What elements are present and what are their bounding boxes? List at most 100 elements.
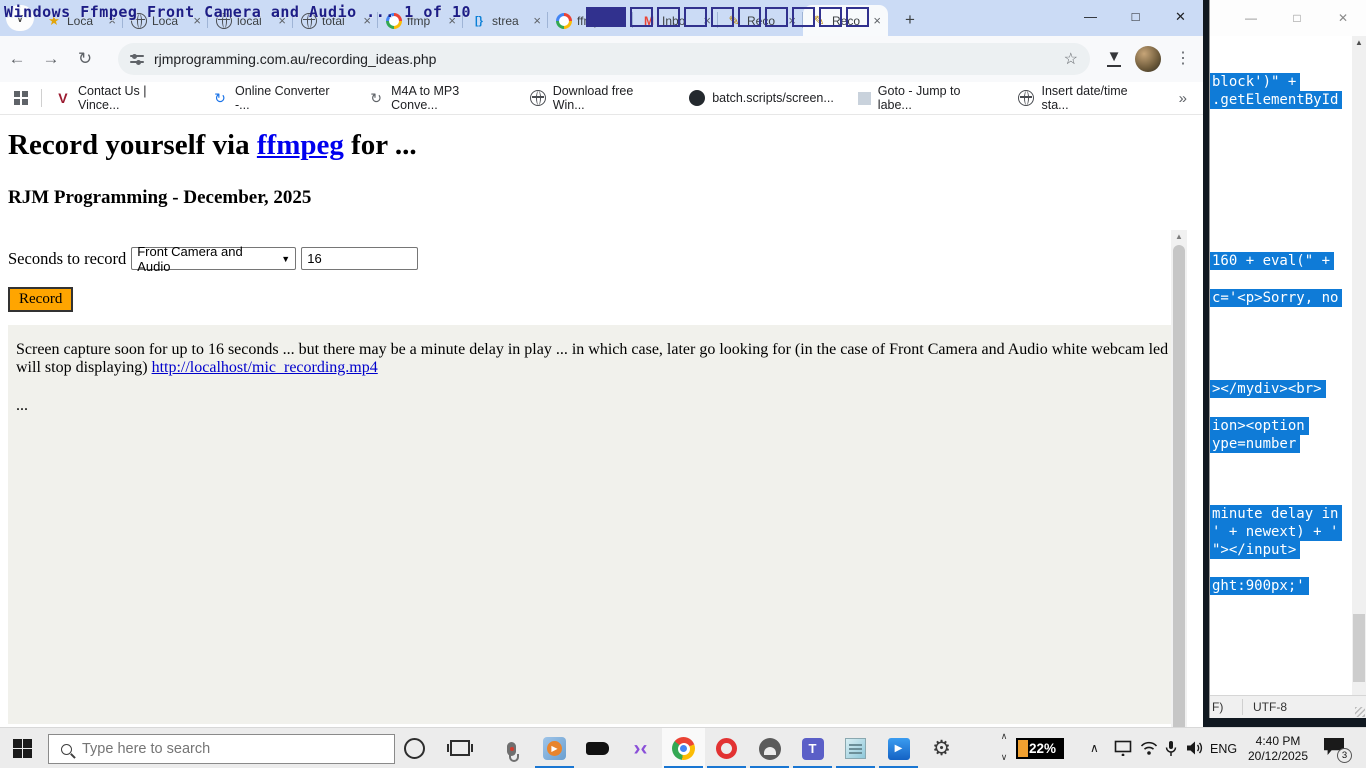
taskbar-app-gray-circle[interactable] (748, 728, 791, 768)
taskbar-app-opera[interactable] (705, 728, 748, 768)
gear-icon: ⚙ (932, 738, 951, 759)
editor-window: — □ ✕ block')" + .getElementById 160 + e… (1209, 0, 1366, 718)
taskbar-app-chrome[interactable] (662, 728, 705, 768)
start-button[interactable] (13, 739, 32, 758)
close-button[interactable]: ✕ (1158, 0, 1203, 33)
taskbar-app-teams[interactable]: T (791, 728, 834, 768)
taskbar-app-visual-studio[interactable]: ›‹ (619, 728, 662, 768)
editor-scrollbar[interactable]: ▲ (1352, 36, 1366, 695)
seconds-input[interactable] (301, 247, 418, 270)
progress-cell (792, 7, 815, 27)
hidden-icons-chevron[interactable]: ∧ (1090, 741, 1099, 755)
downloads-icon[interactable]: ▼ (1105, 49, 1123, 67)
minimize-button[interactable]: — (1228, 0, 1274, 36)
bookmark-contact-us[interactable]: V Contact Us | Vince... (55, 84, 199, 112)
forward-icon[interactable]: → (34, 49, 68, 69)
speaker-icon[interactable] (1186, 740, 1205, 756)
apps-grid-icon[interactable] (14, 91, 28, 105)
url-text[interactable]: rjmprogramming.com.au/recording_ideas.ph… (154, 51, 1054, 67)
title-text: for ... (344, 129, 417, 161)
close-button[interactable]: ✕ (1320, 0, 1366, 36)
globe-icon (530, 90, 546, 106)
bookmark-label: Download free Win... (553, 84, 666, 112)
taskbar-app-movies-tv[interactable]: ▶ (877, 728, 920, 768)
scroll-up-icon[interactable]: ▲ (1171, 230, 1187, 244)
taskbar-search[interactable] (48, 734, 395, 764)
editor-text-area[interactable]: block')" + .getElementById 160 + eval(" … (1210, 36, 1352, 695)
battery-percent: 22% (1029, 741, 1056, 756)
bookmark-batch-scripts[interactable]: batch.scripts/screen... (689, 90, 845, 106)
tab-stream[interactable]: [} strea × (463, 5, 548, 36)
ffmpeg-link[interactable]: ffmpeg (257, 129, 344, 161)
status-output-box: Screen capture soon for up to 16 seconds… (8, 325, 1178, 724)
bookmark-insert-datetime[interactable]: Insert date/time sta... (1018, 84, 1165, 112)
github-icon (689, 90, 705, 106)
battery-indicator[interactable]: 22% (1016, 738, 1064, 759)
reload-icon[interactable]: ↻ (68, 49, 102, 69)
close-tab-icon[interactable]: × (871, 13, 883, 28)
cast-icon[interactable] (1114, 740, 1132, 756)
encoding-label: UTF-8 (1243, 700, 1287, 714)
bookmark-download-free[interactable]: Download free Win... (530, 84, 677, 112)
editor-titlebar: — □ ✕ (1210, 0, 1366, 36)
bookmark-star-icon[interactable]: ☆ (1064, 49, 1078, 69)
site-settings-icon[interactable] (130, 53, 144, 65)
selected-text: ype=number (1210, 435, 1300, 453)
page-subtitle: RJM Programming - December, 2025 (8, 187, 311, 209)
record-button[interactable]: Record (8, 287, 73, 312)
clock[interactable]: 4:40 PM 20/12/2025 (1243, 734, 1313, 763)
refresh-icon: ↻ (212, 90, 228, 106)
selected-text: ght:900px;' (1210, 577, 1309, 595)
minimize-button[interactable]: — (1068, 0, 1113, 33)
taskbar-app-settings[interactable]: ⚙ (920, 728, 963, 768)
language-indicator[interactable]: ENG (1210, 742, 1237, 756)
selected-text: 160 + eval(" + (1210, 252, 1334, 270)
selected-text: ></mydiv><br> (1210, 380, 1326, 398)
bookmark-online-converter[interactable]: ↻ Online Converter -... (212, 84, 355, 112)
scroll-up-icon[interactable]: ▲ (1352, 38, 1366, 47)
profile-avatar[interactable] (1135, 46, 1161, 72)
taskbar-app-wallet[interactable] (576, 728, 619, 768)
page-scrollbar[interactable]: ▲ ▼ (1171, 230, 1187, 727)
time-text: 4:40 PM (1243, 734, 1313, 749)
seconds-label: Seconds to record (8, 249, 126, 269)
microphone-icon[interactable] (1164, 740, 1178, 757)
wifi-icon[interactable] (1140, 740, 1158, 756)
refresh-icon: ↻ (368, 90, 384, 106)
taskbar-scroll-up-icon[interactable]: ∧ (997, 731, 1011, 742)
bookmark-goto-jump[interactable]: Goto - Jump to labe... (858, 84, 1006, 112)
progress-cell (657, 7, 680, 27)
bookmarks-overflow-icon[interactable]: » (1179, 90, 1187, 107)
taskbar-scroll-down-icon[interactable]: ∨ (997, 752, 1011, 763)
close-tab-icon[interactable]: × (531, 13, 543, 28)
search-icon (61, 744, 72, 755)
movies-tv-icon: ▶ (888, 738, 910, 760)
recording-progress-bar (586, 7, 869, 27)
visual-studio-icon: ›‹ (634, 738, 648, 759)
recording-link[interactable]: http://localhost/mic_recording.mp4 (152, 359, 378, 376)
selected-text: "></input> (1210, 541, 1300, 559)
resize-grip[interactable] (1355, 707, 1365, 717)
task-view-icon[interactable] (450, 740, 470, 756)
maximize-button[interactable]: □ (1274, 0, 1320, 36)
progress-cell (630, 7, 653, 27)
scrollbar-thumb[interactable] (1353, 614, 1365, 682)
taskbar-app-recorder[interactable] (490, 728, 533, 768)
back-icon[interactable]: ← (0, 49, 34, 69)
taskbar-app-notepad[interactable] (834, 728, 877, 768)
tab-label: strea (492, 14, 526, 28)
browser-window: ∨ ★ Loca × Loca × local × (0, 0, 1203, 727)
page-content: Record yourself via ffmpeg for ... RJM P… (0, 115, 1187, 727)
search-input[interactable] (82, 741, 332, 757)
menu-kebab-icon[interactable]: ⋮ (1175, 48, 1191, 68)
cortana-icon[interactable] (404, 738, 425, 759)
selected-text: ion><option (1210, 417, 1309, 435)
new-tab-button[interactable]: + (898, 8, 922, 32)
scrollbar-thumb[interactable] (1173, 245, 1185, 727)
bookmark-m4a-mp3[interactable]: ↻ M4A to MP3 Conve... (368, 84, 517, 112)
selected-text: .getElementById (1210, 91, 1342, 109)
source-select[interactable]: Front Camera and Audio ▼ (131, 247, 296, 270)
maximize-button[interactable]: □ (1113, 0, 1158, 33)
address-bar[interactable]: rjmprogramming.com.au/recording_ideas.ph… (118, 43, 1090, 75)
taskbar-app-media-player[interactable]: ▶ (533, 728, 576, 768)
